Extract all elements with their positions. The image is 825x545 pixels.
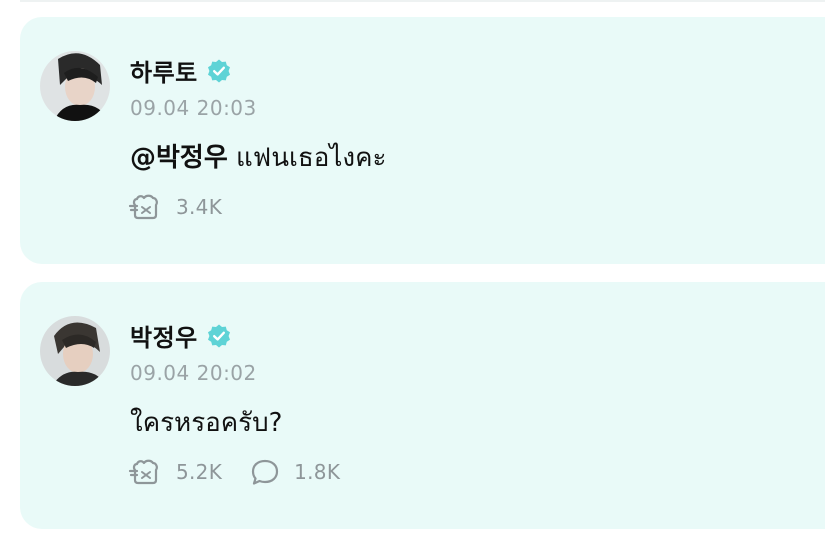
post-timestamp: 09.04 20:03 [130,96,257,120]
post-text: @박정우 แฟนเธอไงคะ [130,137,386,178]
comment-button[interactable]: 1.8K [250,458,340,486]
comment-count: 1.8K [294,460,341,484]
like-button[interactable]: 3.4K [128,193,222,221]
avatar[interactable] [40,316,110,386]
like-count: 5.2K [176,460,223,484]
post-timestamp: 09.04 20:02 [130,361,257,385]
like-count: 3.4K [176,195,223,219]
author-name[interactable]: 박정우 [130,318,198,353]
verified-badge-icon [207,59,230,82]
post-text: ใครหรอครับ? [130,408,283,438]
mention-link[interactable]: @박정우 [130,143,228,173]
post-card[interactable]: 하루토 09.04 20:03 @박정우 แฟนเธอไงคะ 3.4K [20,17,825,264]
comment-icon [252,459,279,485]
divider [20,0,825,2]
like-icon [128,459,158,485]
post-card[interactable]: 박정우 09.04 20:02 ใครหรอครับ? 5.2K 1.8K [20,282,825,529]
like-button[interactable]: 5.2K [128,458,222,486]
post-body: แฟนเธอไงคะ [227,143,387,173]
author-name[interactable]: 하루토 [130,53,198,88]
avatar[interactable] [40,51,110,121]
verified-badge-icon [207,324,230,347]
like-icon [128,194,158,220]
